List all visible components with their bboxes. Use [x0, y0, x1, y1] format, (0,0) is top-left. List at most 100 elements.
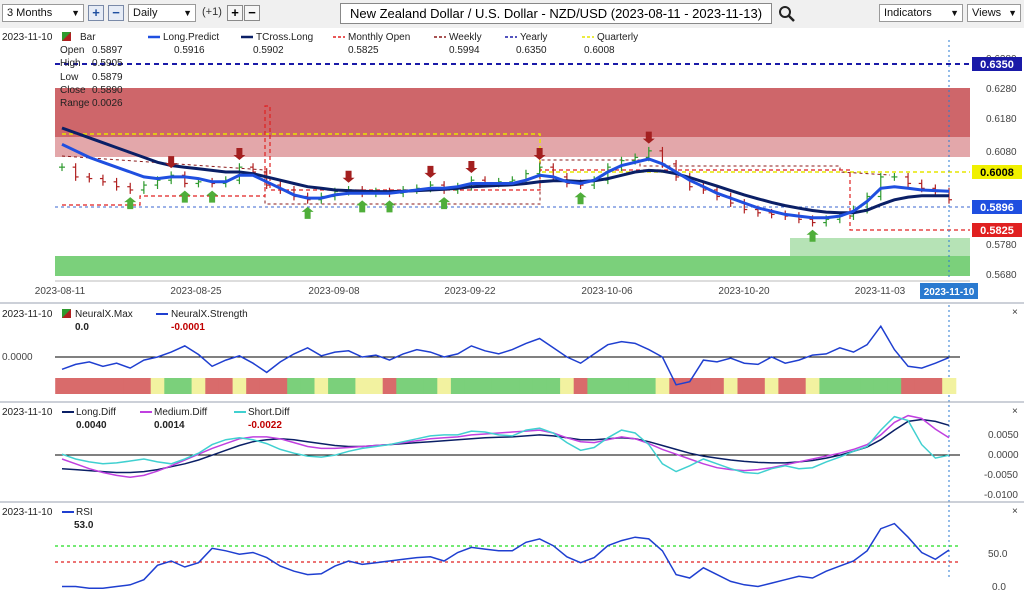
chevron-down-icon: ▼: [71, 8, 80, 18]
neural-strength-value: -0.0001: [171, 322, 205, 333]
neural-strip-cell: [137, 378, 152, 394]
diff-panel: 2023-11-10 Long.Diff 0.0040 Medium.Diff …: [2, 406, 1019, 501]
neural-strength-name: NeuralX.Strength: [171, 309, 248, 320]
neural-strip-cell: [805, 378, 820, 394]
tcross-long-value: 0.5902: [253, 45, 284, 56]
neural-strip-cell: [532, 378, 547, 394]
long-diff-value: 0.0040: [76, 420, 107, 431]
neural-panel-date: 2023-11-10: [2, 309, 53, 320]
neural-strip-cell: [764, 378, 779, 394]
neural-strip-cell: [491, 378, 506, 394]
close-value: 0.5890: [92, 85, 123, 96]
neural-strength-line: [61, 324, 950, 386]
neural-strip-cell: [873, 378, 888, 394]
interval-value: Daily: [133, 7, 158, 19]
rsi-y-tick: 0.0: [992, 582, 1006, 593]
neural-strip-cell: [218, 378, 233, 394]
rsi-value: 53.0: [74, 520, 94, 531]
x-tick: 2023-11-03: [855, 286, 906, 297]
diff-panel-date: 2023-11-10: [2, 407, 53, 418]
neural-strip-cell: [341, 378, 356, 394]
neural-strip-cell: [423, 378, 438, 394]
long-diff-name: Long.Diff: [76, 407, 116, 418]
y-tick: 0.5780: [986, 240, 1017, 251]
quarterly-price-tag-text: 0.6008: [980, 167, 1014, 179]
neural-strip-cell: [191, 378, 206, 394]
neural-strip-cell: [164, 378, 179, 394]
short-diff-value: -0.0022: [248, 420, 282, 431]
panel-close-icon[interactable]: ×: [1012, 506, 1018, 517]
neural-strip-cell: [833, 378, 848, 394]
neural-strip-cell: [355, 378, 370, 394]
neural-strip-cell: [150, 378, 165, 394]
chart-area[interactable]: 0.6280 0.6280 0.6180 0.6080 0.5780 0.568…: [0, 28, 1024, 599]
neural-strip-cell: [519, 378, 534, 394]
neural-strip-cell: [723, 378, 738, 394]
chevron-down-icon: ▼: [1008, 8, 1017, 18]
indicators-button[interactable]: Indicators ▼: [879, 4, 963, 22]
zoom-out-button[interactable]: −: [108, 5, 124, 21]
panel-close-icon[interactable]: ×: [1012, 307, 1018, 318]
neural-strip-cell: [314, 378, 329, 394]
range-label: Range: [60, 98, 90, 109]
neural-max-name: NeuralX.Max: [75, 309, 133, 320]
neural-strip-cell: [96, 378, 111, 394]
x-current-tag-text: 2023-11-10: [924, 287, 975, 298]
high-value: 0.5905: [92, 58, 123, 69]
resistance-zone: [55, 88, 970, 137]
neural-strip-cell: [792, 378, 807, 394]
neural-strip-cell: [560, 378, 575, 394]
neural-strip-cell: [928, 378, 943, 394]
neural-strip-cell: [601, 378, 616, 394]
neural-strip-cell: [369, 378, 384, 394]
neural-strip-cell: [860, 378, 875, 394]
tcross-long-name: TCross.Long: [256, 32, 313, 43]
offset-minus-button[interactable]: −: [244, 5, 260, 21]
rsi-y-tick: 50.0: [988, 549, 1008, 560]
chevron-down-icon: ▼: [183, 8, 192, 18]
neural-strip-cell: [259, 378, 274, 394]
neural-strip-cell: [655, 378, 670, 394]
offset-plus-button[interactable]: +: [227, 5, 243, 21]
medium-diff-line: [61, 414, 950, 479]
rsi-line: [62, 522, 950, 589]
neural-strip-cell: [437, 378, 452, 394]
support-zone-light: [790, 238, 970, 256]
panel-close-icon[interactable]: ×: [1012, 406, 1018, 417]
neural-strip-cell: [287, 378, 302, 394]
neural-strip-cell: [887, 378, 902, 394]
neural-strip-cell: [178, 378, 193, 394]
rsi-name: RSI: [76, 507, 93, 518]
interval-select[interactable]: Daily ▼: [128, 4, 196, 22]
neural-strip-cell: [205, 378, 220, 394]
rsi-panel: 2023-11-10 RSI 53.0 50.0 0.0 ×: [2, 506, 1018, 593]
monthly-open-value: 0.5825: [348, 45, 379, 56]
neural-strip-cell: [328, 378, 343, 394]
y-tick: 0.6280: [986, 84, 1017, 95]
monthly-price-tag-text: 0.5825: [980, 225, 1014, 237]
x-tick: 2023-08-11: [35, 286, 86, 297]
main-panel-date: 2023-11-10: [2, 32, 53, 43]
current-price-tag-text: 0.5896: [980, 202, 1014, 214]
neural-strip-cell: [123, 378, 138, 394]
neural-strip-cell: [942, 378, 957, 394]
symbol-title-input[interactable]: New Zealand Dollar / U.S. Dollar - NZD/U…: [340, 3, 772, 24]
neural-strip-cell: [82, 378, 97, 394]
neural-strip-cell: [819, 378, 834, 394]
x-tick: 2023-09-08: [308, 286, 360, 297]
neural-max-value: 0.0: [75, 322, 89, 333]
y-tick: 0.5680: [986, 270, 1017, 281]
open-value: 0.5897: [92, 45, 123, 56]
neural-strip-cell: [696, 378, 711, 394]
open-label: Open: [60, 45, 84, 56]
x-tick: 2023-10-06: [581, 286, 633, 297]
neural-strip-cell: [410, 378, 425, 394]
views-button[interactable]: Views ▼: [967, 4, 1021, 22]
support-zone: [55, 256, 970, 276]
neural-strip-cell: [737, 378, 752, 394]
zoom-in-button[interactable]: +: [88, 5, 104, 21]
period-select[interactable]: 3 Months ▼: [2, 4, 84, 22]
rsi-panel-date: 2023-11-10: [2, 507, 53, 518]
search-icon[interactable]: [778, 5, 796, 23]
resistance-zone-light: [55, 137, 970, 157]
